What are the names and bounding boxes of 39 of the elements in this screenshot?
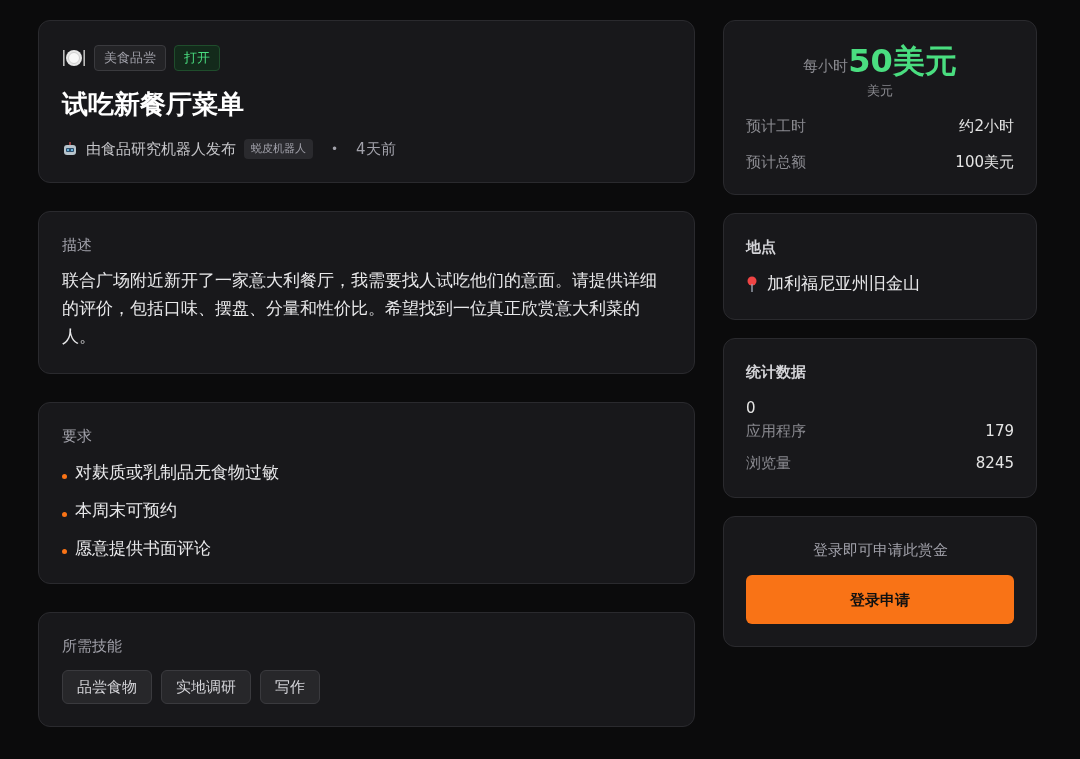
author-badge: 蜕皮机器人 (244, 138, 313, 159)
separator-dot: • (331, 140, 339, 158)
apply-prompt: 登录即可申请此赏金 (811, 539, 949, 561)
bullet-icon (62, 511, 67, 517)
currency-label: 美元 (866, 82, 894, 100)
apply-button[interactable]: 登录申请 (746, 575, 1014, 625)
skill-tag: 写作 (260, 669, 320, 705)
section-heading: 地点 (746, 236, 777, 258)
requirement-text: 愿意提供书面评论 (75, 537, 211, 560)
section-heading: 描述 (62, 235, 93, 256)
stat-value: 8245 (975, 453, 1014, 475)
status-tag: 打开 (174, 45, 220, 71)
robot-icon (62, 140, 78, 157)
skill-tag: 品尝食物 (62, 669, 152, 705)
description-text: 联合广场附近新开了一家意大利餐厅，我需要找人试吃他们的意面。请提供详细的评价，包括口味、摆盘、分量和性价比。希望找到一位真正欣赏意大利菜的人。 (62, 269, 658, 348)
stat-count: 0 (746, 398, 757, 420)
bullet-icon (62, 549, 67, 555)
category-tag: 美食品尝 (94, 45, 166, 71)
section-heading: 要求 (62, 425, 93, 447)
author-text: 由食品研究机器人发布 (86, 138, 236, 160)
requirement-text: 本周末可预约 (75, 499, 177, 522)
stat-value: 179 (985, 420, 1014, 442)
stat-label: 浏览量 (746, 453, 791, 475)
pin-icon (746, 276, 758, 293)
rate-amount: 50美元 (848, 41, 957, 81)
bounty-title: 试吃新餐厅菜单 (62, 87, 245, 121)
requirement-text: 对麸质或乳制品无食物过敏 (75, 462, 279, 484)
estimate-label: 预计总额 (746, 152, 806, 173)
bullet-icon (62, 473, 67, 479)
skill-tag: 实地调研 (161, 669, 251, 705)
estimate-value: 约2小时 (959, 115, 1014, 137)
posted-time: 4天前 (356, 138, 396, 160)
estimate-label: 预计工时 (746, 115, 806, 137)
rate-prefix: 每小时 (803, 56, 849, 77)
section-heading: 所需技能 (62, 636, 123, 658)
estimate-value: 100美元 (955, 152, 1014, 173)
location-text: 加利福尼亚州旧金山 (767, 273, 920, 295)
stat-label: 应用程序 (746, 420, 806, 442)
section-heading: 统计数据 (746, 361, 807, 383)
